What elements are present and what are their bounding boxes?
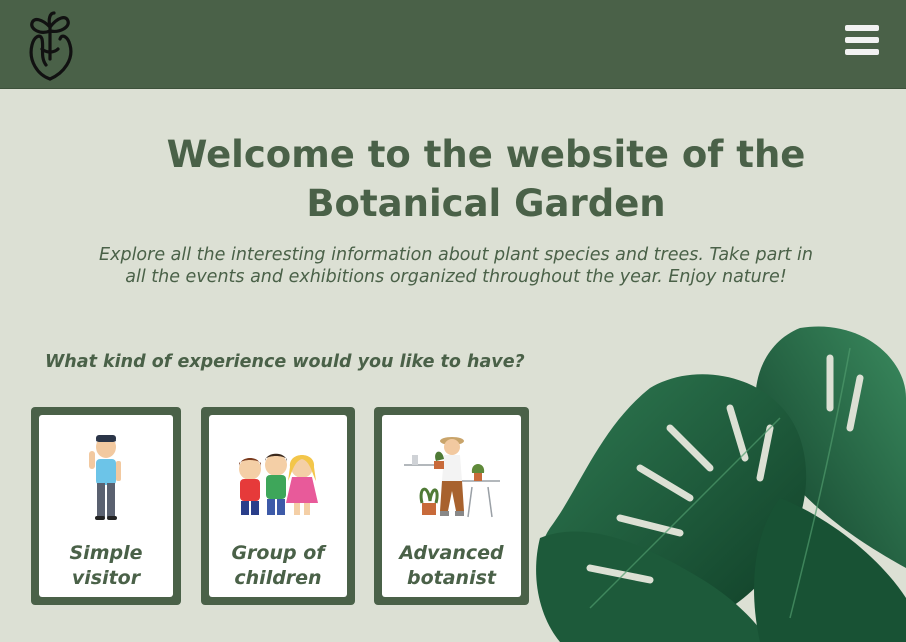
flower-logo-icon[interactable] — [20, 9, 80, 81]
option-label: Simple visitor — [39, 541, 173, 591]
option-label-line-1: Group of — [231, 542, 325, 564]
page-title: Welcome to the website of the Botanical … — [150, 130, 822, 228]
option-label-line-2: children — [234, 567, 322, 589]
option-label-line-2: botanist — [407, 567, 496, 589]
card-body: Group of children — [209, 415, 347, 597]
option-label-line-1: Simple — [69, 542, 143, 564]
menu-bar — [845, 25, 879, 31]
title-line-1: Welcome to the website of the — [166, 133, 806, 176]
option-advanced-botanist[interactable]: Advanced botanist — [374, 407, 529, 605]
children-group-icon — [239, 453, 318, 515]
menu-bar — [845, 49, 879, 55]
option-group-of-children[interactable]: Group of children — [201, 407, 355, 605]
option-simple-visitor[interactable]: Simple visitor — [31, 407, 181, 605]
botanist-icon — [403, 437, 500, 518]
card-body: Simple visitor — [39, 415, 173, 597]
page-subtitle: Explore all the interesting information … — [66, 244, 846, 288]
option-label: Group of children — [209, 541, 347, 591]
title-line-2: Botanical Garden — [306, 182, 666, 225]
option-label: Advanced botanist — [382, 541, 521, 591]
option-label-line-2: visitor — [71, 567, 141, 589]
card-body: Advanced botanist — [382, 415, 521, 597]
menu-bar — [845, 37, 879, 43]
visitor-boy-icon — [89, 435, 121, 520]
experience-question: What kind of experience would you like t… — [45, 352, 525, 372]
subtitle-line-1: Explore all the interesting information … — [99, 245, 813, 265]
site-header — [0, 0, 906, 89]
subtitle-line-2: all the events and exhibitions organized… — [125, 267, 787, 287]
monstera-leaves-image — [536, 326, 906, 642]
hamburger-menu-icon[interactable] — [845, 24, 879, 56]
option-label-line-1: Advanced — [399, 542, 504, 564]
